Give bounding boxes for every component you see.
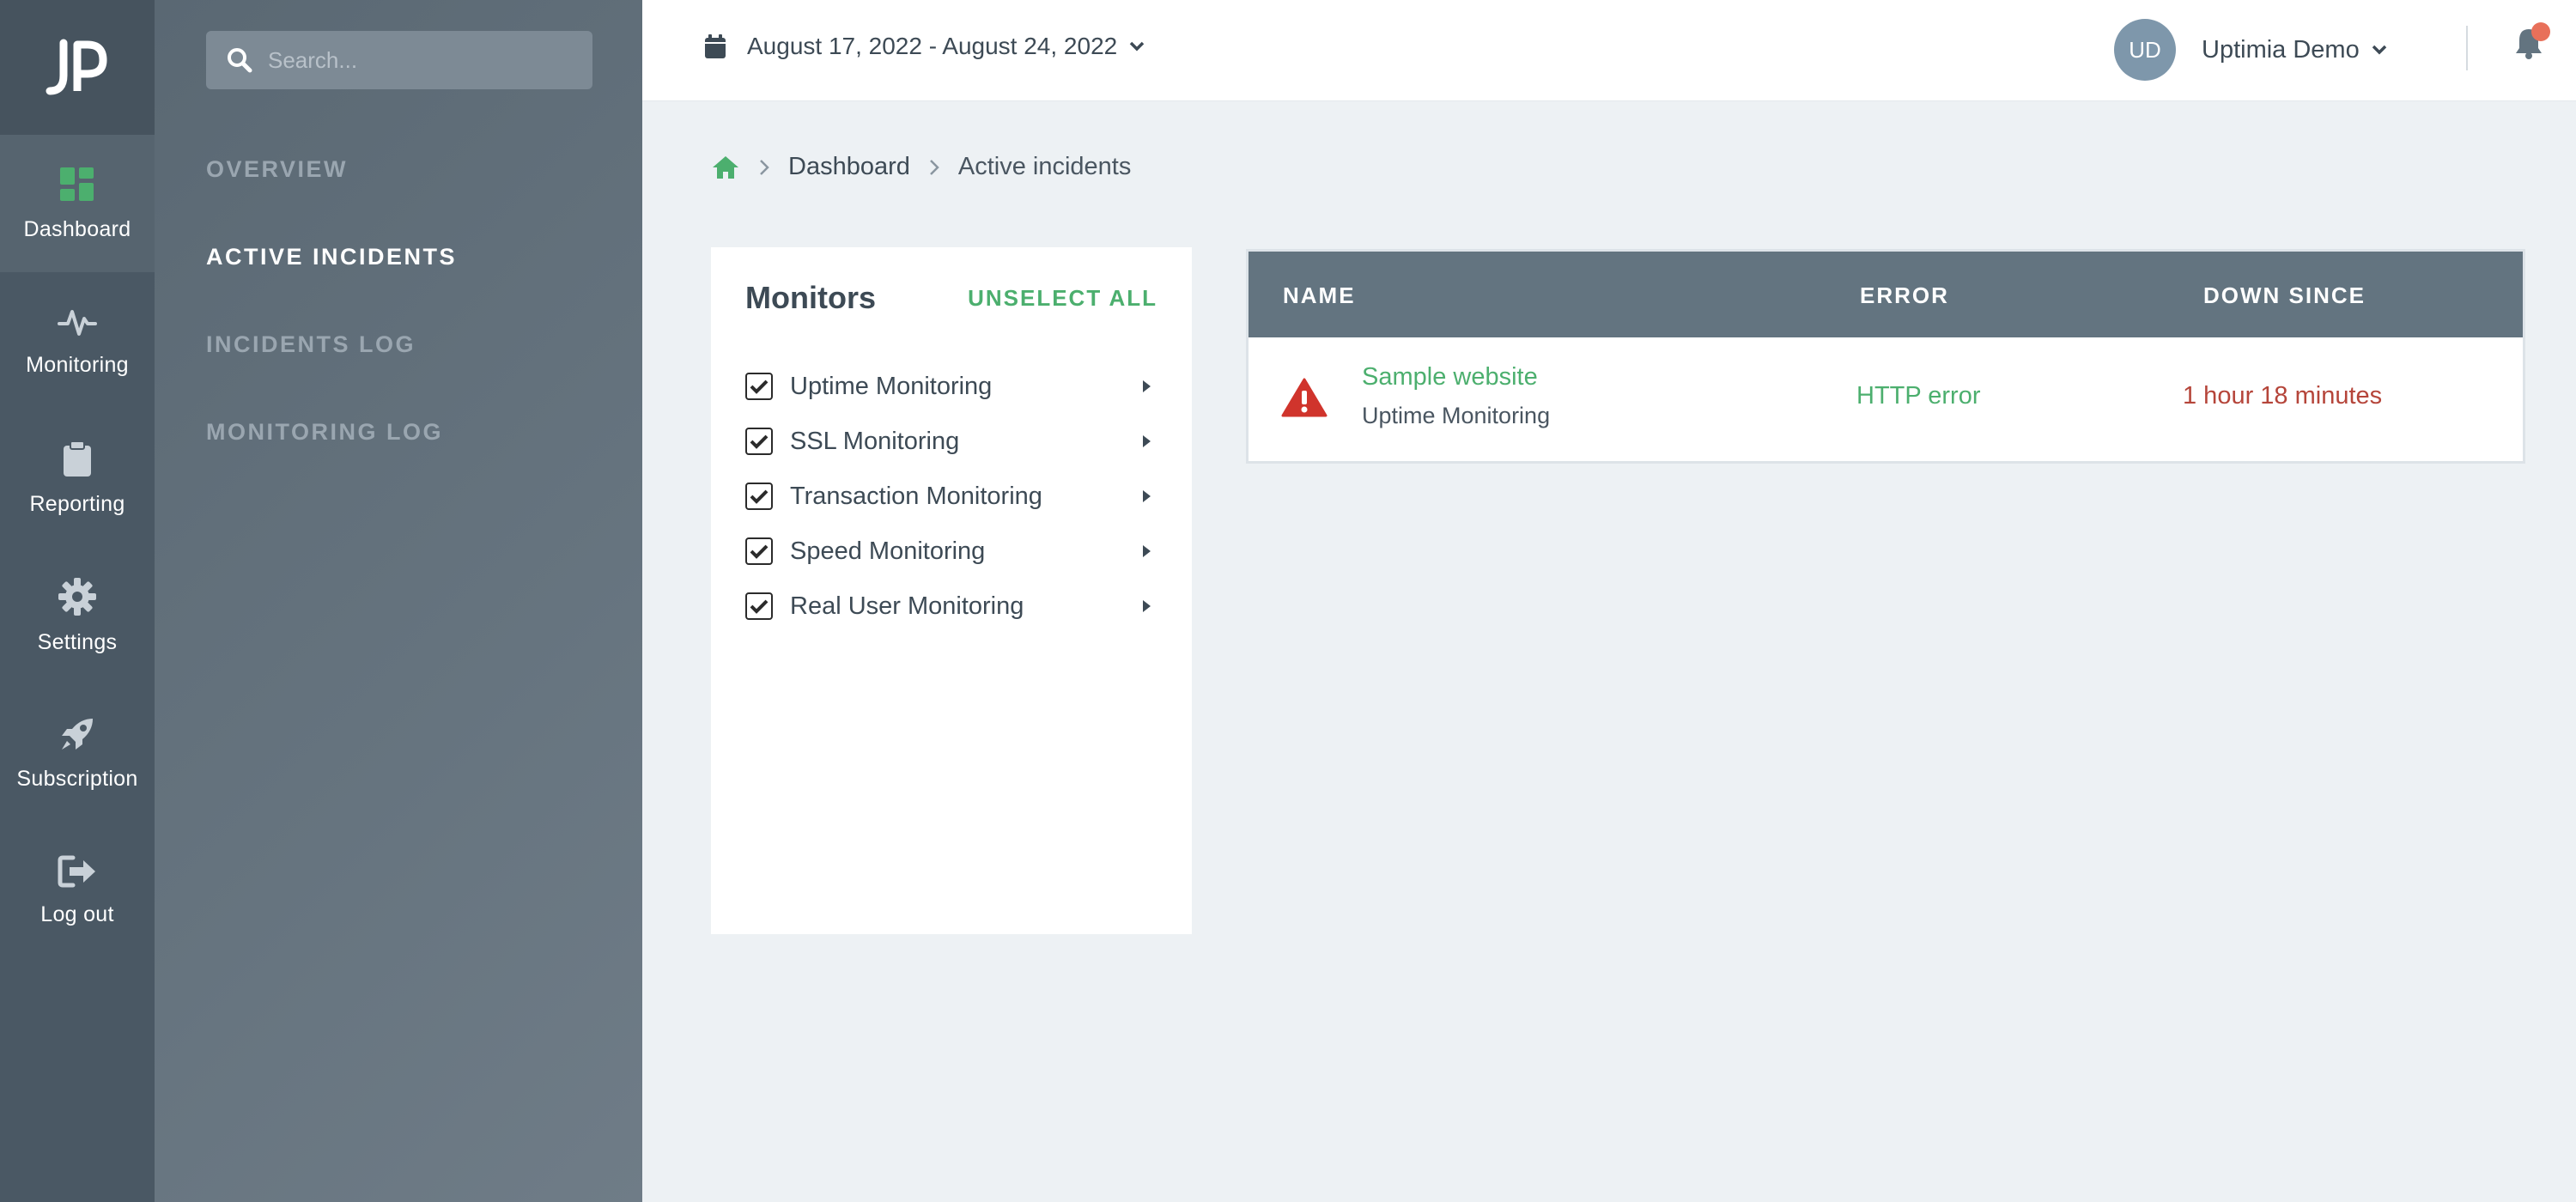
rail-item-monitoring[interactable]: Monitoring [0, 272, 155, 410]
rail-item-label: Reporting [29, 491, 125, 516]
column-header-down-since[interactable]: DOWN SINCE [2203, 282, 2366, 309]
rail-item-reporting[interactable]: Reporting [0, 410, 155, 547]
incident-name-link[interactable]: Sample website [1362, 363, 1538, 392]
monitor-item-label: SSL Monitoring [790, 427, 960, 455]
monitor-item-label: Speed Monitoring [790, 537, 986, 565]
subnav-item-overview[interactable]: OVERVIEW [206, 144, 457, 232]
table-header: NAME ERROR DOWN SINCE [1249, 252, 2523, 337]
subnav-item-active-incidents[interactable]: ACTIVE INCIDENTS [206, 232, 457, 319]
monitors-header: Monitors UNSELECT ALL [745, 280, 1157, 316]
checkbox[interactable] [745, 592, 773, 620]
monitors-panel: Monitors UNSELECT ALL Uptime Monitoring … [711, 247, 1192, 934]
checkmark-icon [750, 599, 769, 614]
chevron-down-icon [2372, 45, 2386, 55]
checkbox[interactable] [745, 537, 773, 565]
monitor-item-label: Transaction Monitoring [790, 482, 1042, 510]
incident-down-since: 1 hour 18 minutes [2183, 382, 2383, 410]
topbar-divider [2466, 26, 2468, 70]
subnav-item-monitoring-log[interactable]: MONITORING LOG [206, 407, 457, 495]
unselect-all-button[interactable]: UNSELECT ALL [968, 285, 1157, 312]
subnav-menu: OVERVIEW ACTIVE INCIDENTS INCIDENTS LOG … [206, 144, 457, 495]
user-name[interactable]: Uptimia Demo [2202, 36, 2360, 64]
checkbox[interactable] [745, 483, 773, 510]
monitor-item-label: Real User Monitoring [790, 592, 1024, 620]
rail-item-label: Subscription [16, 766, 138, 791]
rail-item-label: Settings [37, 629, 118, 654]
clipboard-icon [64, 440, 91, 477]
checkmark-icon [750, 544, 769, 559]
checkmark-icon [750, 434, 769, 449]
date-range-text: August 17, 2022 - August 24, 2022 [747, 33, 1118, 59]
chevron-right-icon [760, 159, 769, 175]
table-row[interactable]: Sample website Uptime Monitoring HTTP er… [1249, 337, 2523, 461]
caret-right-icon[interactable] [1143, 545, 1151, 557]
column-header-name[interactable]: NAME [1283, 282, 1356, 309]
notifications-button[interactable] [2514, 22, 2550, 64]
avatar[interactable]: UD [2114, 19, 2176, 81]
secondary-sidebar: OVERVIEW ACTIVE INCIDENTS INCIDENTS LOG … [155, 0, 642, 1202]
pulse-icon [58, 309, 97, 336]
monitor-item-speed[interactable]: Speed Monitoring [745, 524, 1157, 579]
rail-item-dashboard[interactable]: Dashboard [0, 135, 155, 272]
subnav-item-incidents-log[interactable]: INCIDENTS LOG [206, 319, 457, 407]
rail-item-logout[interactable]: Log out [0, 822, 155, 959]
top-bar: August 17, 2022 - August 24, 2022 UD Upt… [642, 0, 2576, 101]
user-menu[interactable]: UD Uptimia Demo [2114, 19, 2387, 81]
rail-item-subscription[interactable]: Subscription [0, 684, 155, 822]
incidents-table: NAME ERROR DOWN SINCE Sample website Upt… [1246, 249, 2525, 464]
notification-dot [2531, 22, 2550, 41]
app-logo[interactable] [0, 0, 155, 135]
rail-item-label: Dashboard [23, 216, 131, 241]
caret-right-icon[interactable] [1143, 435, 1151, 447]
gear-icon [58, 577, 96, 616]
search-input[interactable] [268, 46, 577, 74]
rail-item-label: Monitoring [26, 352, 129, 377]
breadcrumb-current: Active incidents [957, 153, 1132, 180]
caret-right-icon[interactable] [1143, 600, 1151, 612]
chevron-down-icon [1129, 41, 1145, 52]
search-icon [228, 48, 252, 73]
rail-item-label: Log out [40, 902, 114, 926]
column-header-error[interactable]: ERROR [1860, 282, 1949, 309]
monitor-item-uptime[interactable]: Uptime Monitoring [745, 359, 1157, 414]
monitors-title: Monitors [745, 280, 876, 315]
monitor-item-label: Uptime Monitoring [790, 372, 993, 400]
checkmark-icon [750, 489, 769, 504]
incident-error[interactable]: HTTP error [1856, 382, 1980, 410]
breadcrumb-dashboard[interactable]: Dashboard [788, 153, 910, 181]
search-box[interactable] [206, 31, 592, 89]
caret-right-icon[interactable] [1143, 380, 1151, 392]
breadcrumb: Dashboard Active incidents [711, 153, 1131, 181]
monitor-item-real-user[interactable]: Real User Monitoring [745, 579, 1157, 634]
date-range-picker[interactable]: August 17, 2022 - August 24, 2022 [704, 33, 1145, 60]
checkbox[interactable] [745, 428, 773, 455]
jp-logo-icon [46, 39, 107, 94]
checkbox[interactable] [745, 373, 773, 400]
calendar-icon [705, 34, 726, 58]
caret-right-icon[interactable] [1143, 490, 1151, 502]
monitor-item-transaction[interactable]: Transaction Monitoring [745, 469, 1157, 524]
warning-triangle-icon [1281, 378, 1327, 417]
dashboard-grid-icon [60, 167, 94, 201]
home-icon[interactable] [711, 155, 740, 180]
monitor-item-ssl[interactable]: SSL Monitoring [745, 414, 1157, 469]
logout-icon [58, 855, 95, 887]
monitor-list: Uptime Monitoring SSL Monitoring Transac… [745, 359, 1157, 634]
checkmark-icon [750, 379, 769, 394]
chevron-right-icon [929, 159, 939, 175]
rail-item-settings[interactable]: Settings [0, 547, 155, 684]
icon-rail: Dashboard Monitoring Reporting Settings … [0, 0, 155, 1202]
rocket-icon [62, 718, 93, 750]
incident-monitor-type: Uptime Monitoring [1362, 403, 1551, 428]
